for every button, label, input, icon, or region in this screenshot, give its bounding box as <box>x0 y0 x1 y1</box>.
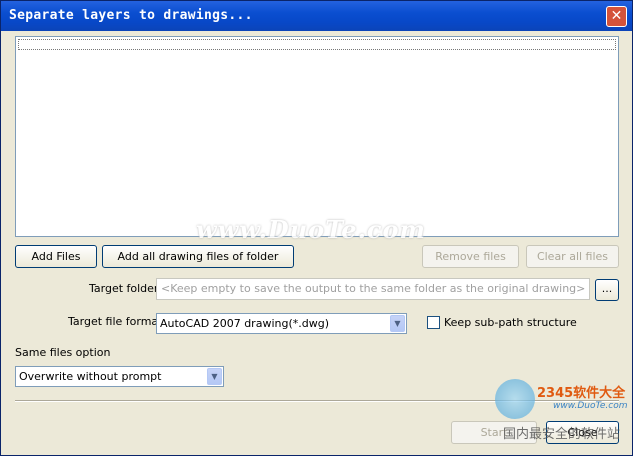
clear-all-files-button[interactable]: Clear all files <box>526 245 619 268</box>
same-files-label: Same files option <box>15 346 110 359</box>
keep-subpath-label: Keep sub-path structure <box>444 316 577 329</box>
same-files-select[interactable]: Overwrite without prompt ▼ <box>15 366 224 387</box>
same-files-value: Overwrite without prompt <box>19 370 161 383</box>
chevron-down-icon[interactable]: ▼ <box>390 315 405 332</box>
watermark-text: www.DuoTe.com <box>196 215 426 244</box>
target-format-label: Target file format <box>68 315 162 328</box>
window-title: Separate layers to drawings... <box>9 8 253 23</box>
logo-icon <box>495 379 535 419</box>
target-format-select[interactable]: AutoCAD 2007 drawing(*.dwg) ▼ <box>156 313 407 334</box>
chevron-down-icon[interactable]: ▼ <box>207 368 222 385</box>
keep-subpath-checkbox[interactable] <box>427 316 440 329</box>
logo-tagline: 国内最安全的软件站 <box>503 423 620 442</box>
watermark-logo: 2345软件大全 www.DuoTe.com 国内最安全的软件站 <box>493 379 631 441</box>
target-folder-input[interactable]: <Keep empty to save the output to the sa… <box>156 278 590 300</box>
add-files-button[interactable]: Add Files <box>15 245 97 268</box>
list-focus-row[interactable] <box>18 39 616 50</box>
dialog-window: Separate layers to drawings... ✕ Add Fil… <box>0 0 633 456</box>
logo-url: www.DuoTe.com <box>553 401 628 411</box>
close-window-button[interactable]: ✕ <box>606 6 627 27</box>
remove-files-button[interactable]: Remove files <box>422 245 519 268</box>
target-folder-placeholder: <Keep empty to save the output to the sa… <box>161 282 585 295</box>
target-format-value: AutoCAD 2007 drawing(*.dwg) <box>160 317 329 330</box>
add-all-folder-button[interactable]: Add all drawing files of folder <box>102 245 294 268</box>
title-bar[interactable]: Separate layers to drawings... ✕ <box>1 1 632 31</box>
browse-folder-button[interactable]: ... <box>595 279 619 301</box>
target-folder-label: Target folder <box>89 282 158 295</box>
logo-text: 2345软件大全 <box>537 382 625 401</box>
file-list[interactable] <box>15 36 619 237</box>
